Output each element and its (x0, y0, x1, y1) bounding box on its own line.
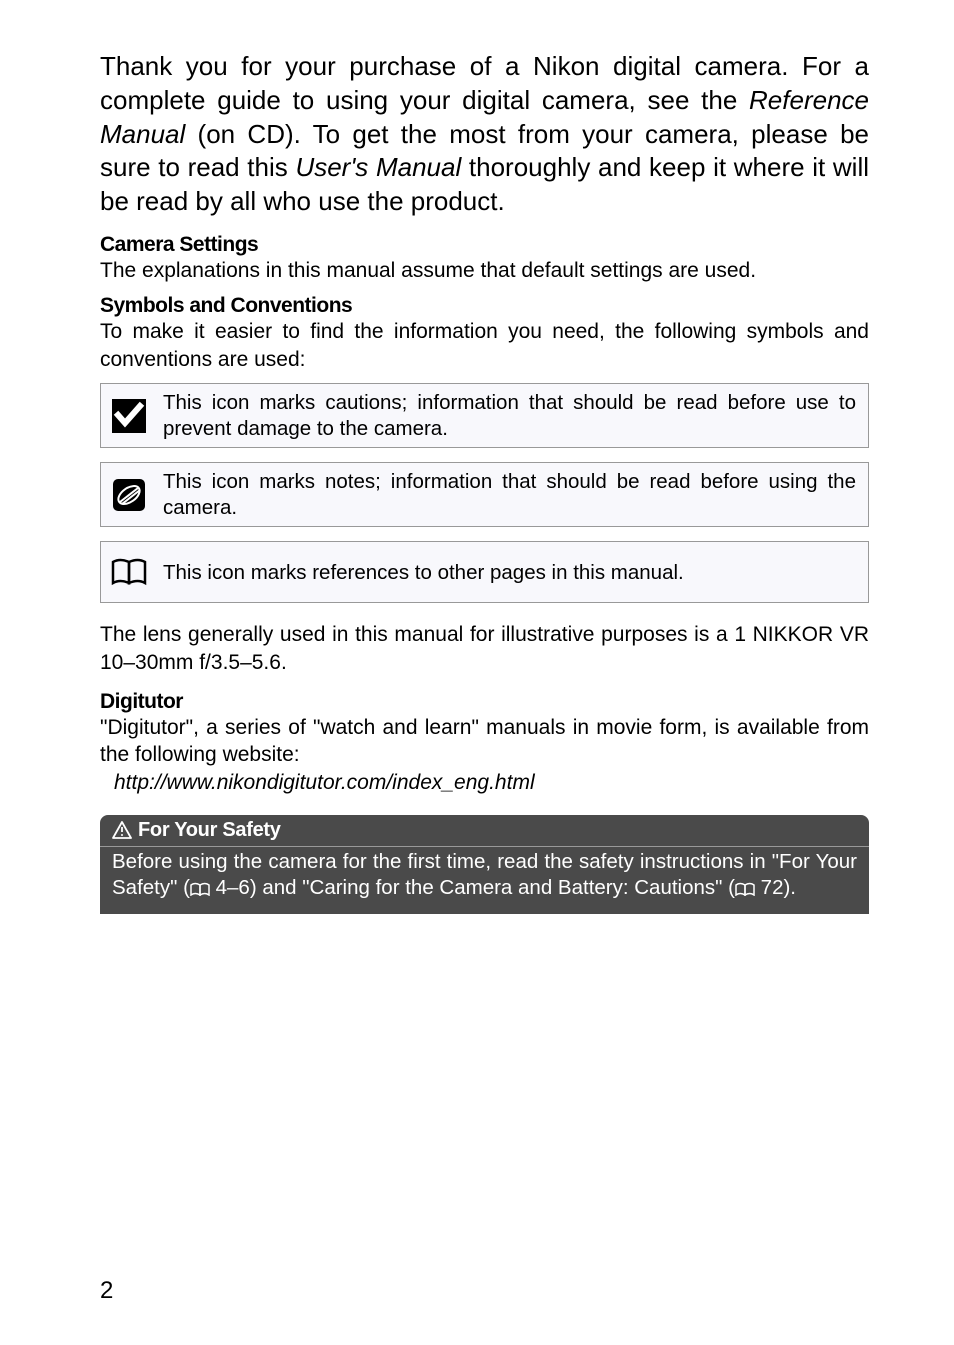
warning-triangle-icon (112, 821, 132, 839)
page-number: 2 (100, 1277, 113, 1305)
digitutor-heading: Digitutor (100, 690, 869, 714)
reference-text: This icon marks references to other page… (163, 560, 856, 586)
note-icon-box: This icon marks notes; information that … (100, 462, 869, 527)
book-icon-inline-2 (735, 877, 755, 904)
intro-users-manual: User's Manual (295, 152, 461, 182)
digitutor-body: "Digitutor", a series of "watch and lear… (100, 714, 869, 769)
camera-settings-heading: Camera Settings (100, 233, 869, 257)
book-icon-inline-1 (190, 877, 210, 904)
note-text: This icon marks notes; information that … (163, 469, 856, 520)
safety-header: For Your Safety (100, 815, 869, 847)
camera-settings-body: The explanations in this manual assume t… (100, 257, 869, 284)
digitutor-url: http://www.nikondigitutor.com/index_eng.… (114, 771, 869, 795)
intro-paragraph: Thank you for your purchase of a Nikon d… (100, 50, 869, 219)
caution-checkmark-icon (107, 397, 151, 435)
safety-header-text: For Your Safety (138, 819, 281, 842)
book-reference-icon (107, 557, 151, 587)
caution-text: This icon marks cautions; information th… (163, 390, 856, 441)
safety-body-2: 4–6) and "Caring for the Camera and Batt… (210, 876, 735, 899)
reference-icon-box: This icon marks references to other page… (100, 541, 869, 603)
symbols-heading: Symbols and Conventions (100, 294, 869, 318)
caution-icon-box: This icon marks cautions; information th… (100, 383, 869, 448)
safety-body: Before using the camera for the first ti… (100, 847, 869, 914)
note-pencil-icon (107, 476, 151, 514)
symbols-body: To make it easier to find the informatio… (100, 318, 869, 373)
safety-box: For Your Safety Before using the camera … (100, 815, 869, 914)
safety-body-3: 72). (755, 876, 796, 899)
lens-paragraph: The lens generally used in this manual f… (100, 621, 869, 676)
